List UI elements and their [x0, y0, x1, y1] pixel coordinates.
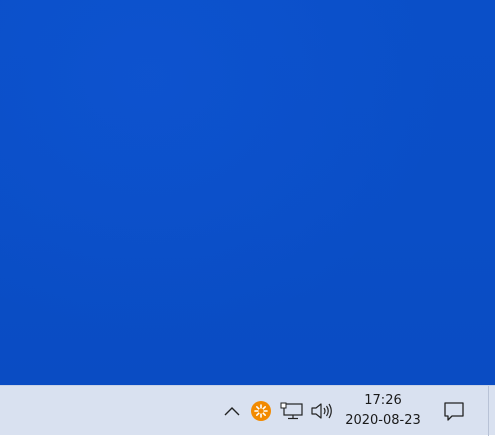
avast-icon: [251, 401, 271, 421]
show-hidden-icons-button[interactable]: [220, 386, 244, 436]
avast-tray-button[interactable]: [249, 386, 273, 436]
action-center-button[interactable]: [440, 386, 468, 436]
notification-icon: [444, 402, 464, 421]
clock-button[interactable]: 17:26 2020-08-23: [340, 386, 426, 436]
desktop-background[interactable]: [0, 0, 495, 385]
clock-date: 2020-08-23: [345, 413, 421, 428]
show-desktop-button[interactable]: [488, 386, 489, 436]
volume-icon: [311, 403, 332, 419]
volume-tray-button[interactable]: [309, 386, 335, 436]
taskbar: 17:26 2020-08-23: [0, 385, 495, 436]
network-tray-button[interactable]: [279, 386, 305, 436]
network-icon: [280, 402, 303, 420]
chevron-up-icon: [224, 407, 240, 416]
clock-time: 17:26: [364, 393, 402, 408]
